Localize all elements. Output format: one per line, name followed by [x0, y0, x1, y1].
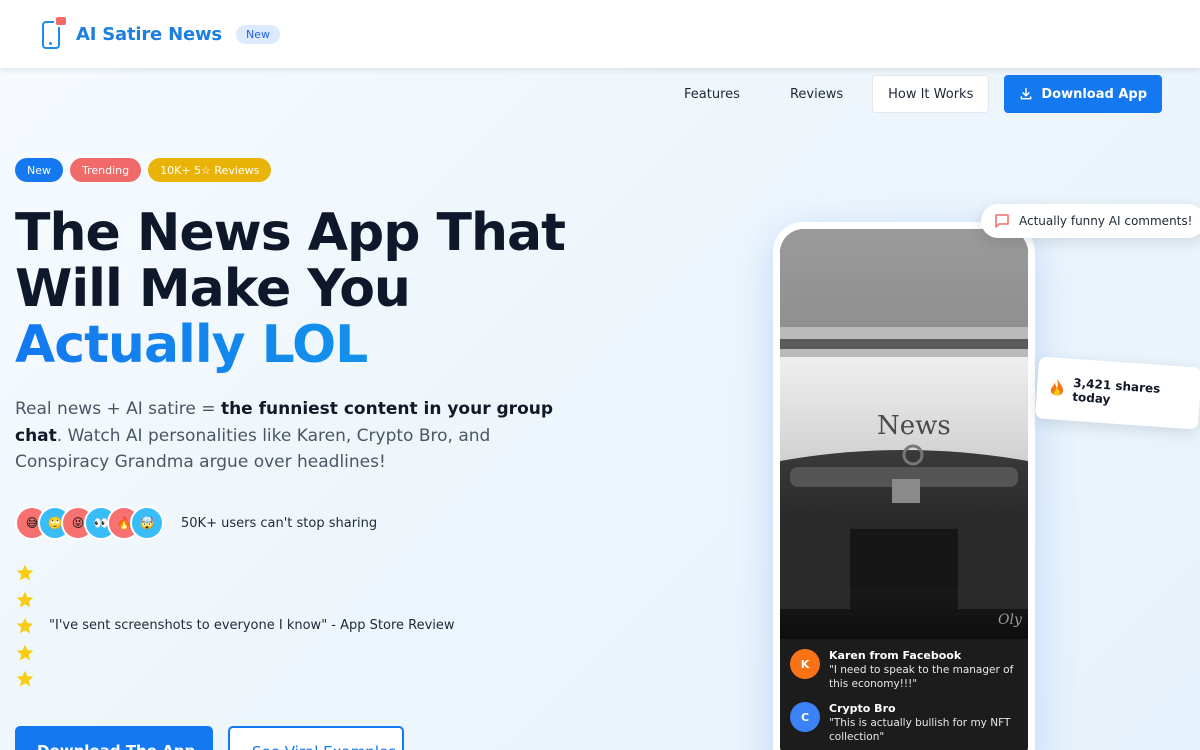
- nav-how-it-works-button[interactable]: How It Works: [872, 75, 990, 113]
- headline-accent: Actually LOL: [15, 317, 635, 373]
- nav-download-label: Download App: [1041, 86, 1147, 102]
- trending-badge: Trending: [70, 158, 142, 182]
- comment-author: Karen from Facebook: [829, 649, 962, 662]
- app-logo-icon: [40, 15, 68, 51]
- brand-new-badge: New: [235, 24, 280, 44]
- comment-author: Crypto Bro: [829, 702, 896, 715]
- ai-comments-floating-card: Actually funny AI comments!: [981, 204, 1200, 238]
- comment-item: K Karen from Facebook "I need to speak t…: [790, 649, 1014, 691]
- avatar: K: [790, 649, 820, 679]
- download-the-app-button[interactable]: Download The App ☆: [15, 726, 213, 750]
- phone-mockup: News Oly K Karen from Facebook "I need t…: [773, 222, 1035, 750]
- subtext-part-2: . Watch AI personalities like Karen, Cry…: [15, 425, 491, 473]
- hero-badges: New Trending 10K+ 5☆ Reviews: [15, 158, 272, 182]
- rating-stars: [15, 563, 35, 696]
- see-viral-examples-button[interactable]: See Viral Examples: [228, 726, 404, 750]
- comment-text: "This is actually bullish for my NFT col…: [829, 717, 1011, 743]
- star-icon: [16, 564, 34, 581]
- star-icon: [16, 670, 34, 687]
- avatar: C: [790, 702, 820, 732]
- shares-floating-card: 3,421 shares today: [1035, 356, 1200, 430]
- nav-reviews-link[interactable]: Reviews: [765, 87, 868, 102]
- hero-headline: The News App That Will Make You Actually…: [15, 205, 635, 373]
- message-icon: [995, 214, 1009, 228]
- phone-comments: K Karen from Facebook "I need to speak t…: [780, 639, 1028, 750]
- ai-comments-text: Actually funny AI comments!: [1019, 214, 1193, 228]
- shares-count-text: 3,421 shares today: [1071, 375, 1161, 407]
- new-badge: New: [15, 158, 63, 182]
- headline-line-1: The News App That: [15, 203, 566, 263]
- user-avatars: 😅 🙄 😝 👀 🔥 🤯 50K+ users can't stop sharin…: [15, 506, 377, 540]
- phone-screen: News Oly K Karen from Facebook "I need t…: [780, 229, 1028, 750]
- star-icon: [16, 644, 34, 660]
- main-nav: Features Reviews How It Works Download A…: [659, 75, 1162, 113]
- fire-icon: [1050, 378, 1063, 396]
- typewriter-news-photo: News Oly: [780, 229, 1028, 639]
- brand-name[interactable]: AI Satire News: [76, 24, 222, 45]
- headline-line-2: Will Make You: [15, 259, 411, 319]
- hero-subtext: Real news + AI satire = the funniest con…: [15, 396, 575, 476]
- subtext-part-1: Real news + AI satire =: [15, 399, 221, 419]
- review-quote: "I've sent screenshots to everyone I kno…: [49, 618, 455, 633]
- avatar: 🤯: [130, 506, 164, 540]
- nav-features-link[interactable]: Features: [659, 87, 765, 102]
- comment-item: C Crypto Bro "This is actually bullish f…: [790, 702, 1014, 744]
- users-count-text: 50K+ users can't stop sharing: [181, 515, 378, 531]
- download-icon: [1020, 88, 1032, 100]
- star-icon: [16, 617, 34, 634]
- svg-text:Oly: Oly: [998, 612, 1023, 628]
- top-bar: AI Satire News New: [0, 0, 1200, 68]
- comment-text: "I need to speak to the manager of this …: [829, 664, 1014, 690]
- star-icon: [16, 591, 34, 607]
- photo-news-text: News: [877, 411, 951, 441]
- nav-download-button[interactable]: Download App: [1004, 75, 1162, 113]
- reviews-badge: 10K+ 5☆ Reviews: [148, 158, 272, 182]
